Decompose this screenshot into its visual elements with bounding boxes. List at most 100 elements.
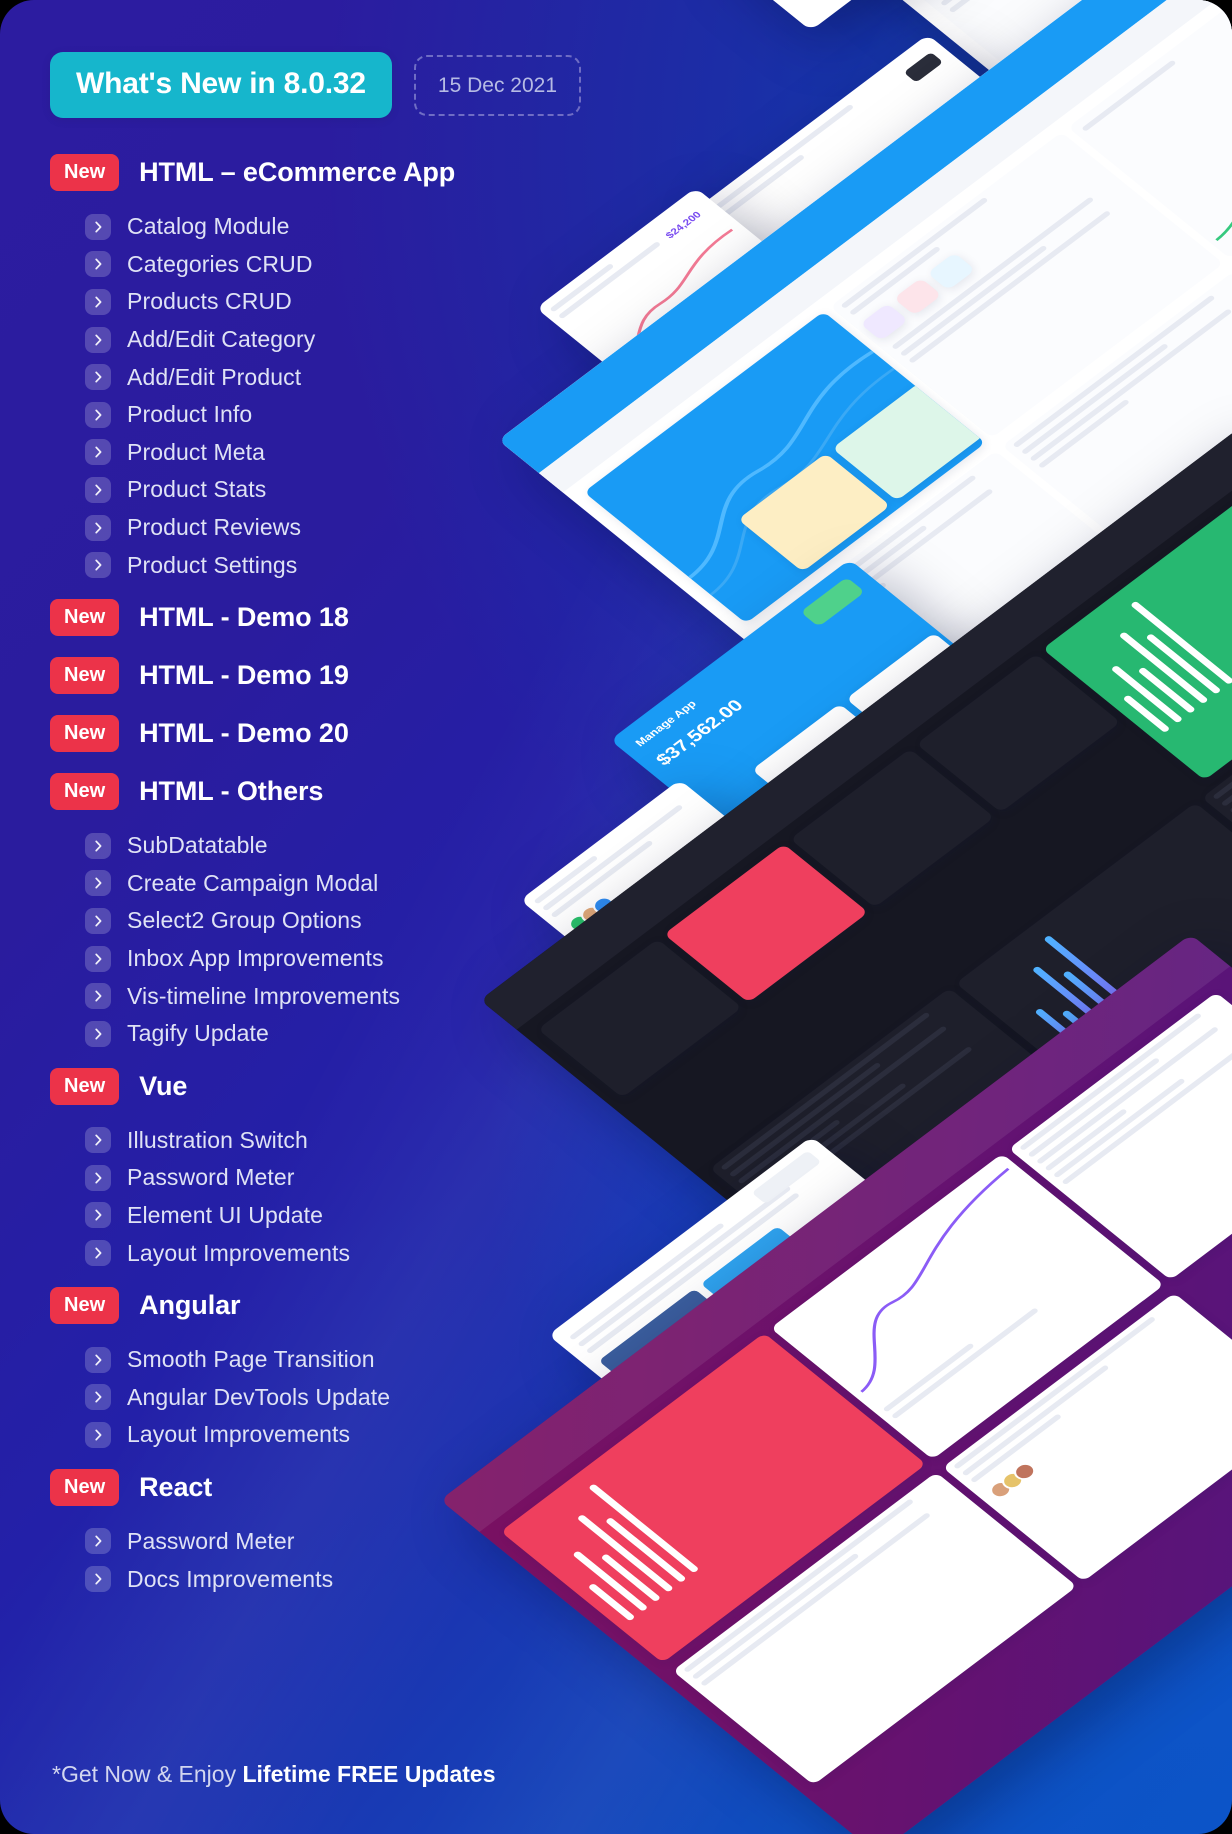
section-title: HTML – eCommerce App bbox=[139, 157, 456, 187]
sub-item-label: Password Meter bbox=[127, 1527, 295, 1554]
chevron-right-icon bbox=[85, 213, 111, 240]
section-title: Vue bbox=[139, 1070, 188, 1101]
sub-item-label: Catalog Module bbox=[127, 213, 290, 240]
section-header[interactable]: New Vue bbox=[0, 1062, 620, 1111]
section-sub-item[interactable]: SubDatatable bbox=[0, 827, 620, 865]
chevron-right-icon bbox=[85, 364, 111, 391]
section-sub-item[interactable]: Illustration Switch bbox=[0, 1122, 620, 1160]
chevron-right-icon bbox=[85, 476, 111, 503]
changelog-section: New HTML - Demo 19 bbox=[0, 651, 620, 709]
sub-item-label: Password Meter bbox=[127, 1164, 295, 1191]
footer-emphasis: Lifetime FREE Updates bbox=[242, 1761, 496, 1787]
section-sub-item[interactable]: Product Info bbox=[0, 396, 620, 434]
changelog-section: New Vue Illustration Switch Password Meter E… bbox=[0, 1062, 620, 1281]
section-sub-item[interactable]: Product Settings bbox=[0, 546, 620, 584]
sub-item-label: Inbox App Improvements bbox=[127, 945, 384, 972]
section-header[interactable]: New Angular bbox=[0, 1281, 620, 1330]
section-header[interactable]: New React bbox=[0, 1463, 620, 1512]
section-header[interactable]: New HTML - Demo 18 bbox=[0, 593, 620, 642]
version-title-pill: What's New in 8.0.32 bbox=[50, 52, 392, 118]
section-header[interactable]: New HTML - Others bbox=[0, 767, 620, 816]
changelog-section: New HTML - Others SubDatatable Create Campa… bbox=[0, 767, 620, 1062]
section-sub-item[interactable]: Layout Improvements bbox=[0, 1234, 620, 1272]
chevron-right-icon bbox=[85, 1384, 111, 1411]
section-sub-item[interactable]: Smooth Page Transition bbox=[0, 1341, 620, 1379]
section-sub-item[interactable]: Angular DevTools Update bbox=[0, 1378, 620, 1416]
changelog-section: New HTML – eCommerce App Catalog Module Cat… bbox=[0, 148, 620, 593]
new-badge: New bbox=[50, 1468, 120, 1506]
section-sub-item[interactable]: Catalog Module bbox=[0, 208, 620, 246]
new-badge: New bbox=[50, 1067, 120, 1105]
new-badge: New bbox=[50, 772, 120, 810]
chevron-right-icon bbox=[85, 1421, 111, 1448]
changelog-section: New HTML - Demo 20 bbox=[0, 709, 620, 767]
sub-item-label: Layout Improvements bbox=[127, 1239, 351, 1266]
chevron-right-icon bbox=[85, 401, 111, 428]
section-sub-item[interactable]: Element UI Update bbox=[0, 1197, 620, 1235]
chevron-right-icon bbox=[85, 251, 111, 278]
chevron-right-icon bbox=[85, 1346, 111, 1373]
release-date-badge: 15 Dec 2021 bbox=[413, 54, 581, 116]
section-title: React bbox=[139, 1471, 213, 1502]
sub-item-label: Product Info bbox=[127, 401, 253, 428]
section-sub-item[interactable]: Inbox App Improvements bbox=[0, 940, 620, 978]
section-sub-item[interactable]: Vis-timeline Improvements bbox=[0, 977, 620, 1015]
section-sub-item[interactable]: Password Meter bbox=[0, 1159, 620, 1197]
chevron-right-icon bbox=[85, 552, 111, 579]
header-row: What's New in 8.0.32 15 Dec 2021 bbox=[0, 0, 620, 118]
chevron-right-icon bbox=[85, 1020, 111, 1047]
section-title: Angular bbox=[139, 1289, 241, 1320]
whats-new-promo-card: $24,200 Manage App $37,562.00 What's New… bbox=[0, 0, 1232, 1834]
chevron-right-icon bbox=[85, 870, 111, 897]
section-header[interactable]: New HTML – eCommerce App bbox=[0, 148, 620, 197]
section-title: HTML - Demo 20 bbox=[139, 717, 349, 748]
chevron-right-icon bbox=[85, 514, 111, 541]
section-sub-item[interactable]: Product Stats bbox=[0, 471, 620, 509]
chevron-right-icon bbox=[85, 945, 111, 972]
sub-item-label: Element UI Update bbox=[127, 1201, 324, 1228]
new-badge: New bbox=[50, 154, 120, 191]
section-sub-item[interactable]: Password Meter bbox=[0, 1523, 620, 1561]
footer-prefix: *Get Now & Enjoy bbox=[52, 1761, 243, 1787]
section-header[interactable]: New HTML - Demo 20 bbox=[0, 709, 620, 758]
section-sub-item[interactable]: Add/Edit Product bbox=[0, 358, 620, 396]
footer-note: *Get Now & Enjoy Lifetime FREE Updates bbox=[52, 1761, 496, 1788]
sub-item-label: Categories CRUD bbox=[127, 250, 313, 277]
section-sub-item[interactable]: Select2 Group Options bbox=[0, 902, 620, 940]
sub-item-label: Product Meta bbox=[127, 438, 265, 465]
section-header[interactable]: New HTML - Demo 19 bbox=[0, 651, 620, 700]
chevron-right-icon bbox=[85, 983, 111, 1010]
chevron-right-icon bbox=[85, 1566, 111, 1593]
sub-item-label: SubDatatable bbox=[127, 832, 268, 859]
section-sub-item[interactable]: Product Meta bbox=[0, 434, 620, 472]
section-sub-item[interactable]: Add/Edit Category bbox=[0, 321, 620, 359]
new-badge: New bbox=[50, 656, 120, 694]
changelog-section: New React Password Meter Docs Improvements bbox=[0, 1463, 620, 1607]
chevron-right-icon bbox=[85, 1240, 111, 1267]
section-sub-item[interactable]: Create Campaign Modal bbox=[0, 865, 620, 903]
sub-item-label: Product Reviews bbox=[127, 514, 302, 541]
section-sub-item[interactable]: Docs Improvements bbox=[0, 1560, 620, 1598]
sub-item-label: Vis-timeline Improvements bbox=[127, 982, 401, 1009]
sub-item-label: Add/Edit Category bbox=[127, 326, 316, 353]
chevron-right-icon bbox=[85, 1164, 111, 1191]
chevron-right-icon bbox=[85, 1202, 111, 1229]
chevron-right-icon bbox=[85, 1528, 111, 1555]
section-sub-item[interactable]: Tagify Update bbox=[0, 1015, 620, 1053]
section-sub-item[interactable]: Products CRUD bbox=[0, 283, 620, 321]
new-badge: New bbox=[50, 1286, 120, 1324]
section-sub-item[interactable]: Categories CRUD bbox=[0, 246, 620, 284]
section-sub-item[interactable]: Layout Improvements bbox=[0, 1416, 620, 1454]
changelog-section: New Angular Smooth Page Transition Angular … bbox=[0, 1281, 620, 1463]
section-title: HTML - Demo 18 bbox=[139, 601, 349, 632]
section-sub-item[interactable]: Product Reviews bbox=[0, 509, 620, 547]
